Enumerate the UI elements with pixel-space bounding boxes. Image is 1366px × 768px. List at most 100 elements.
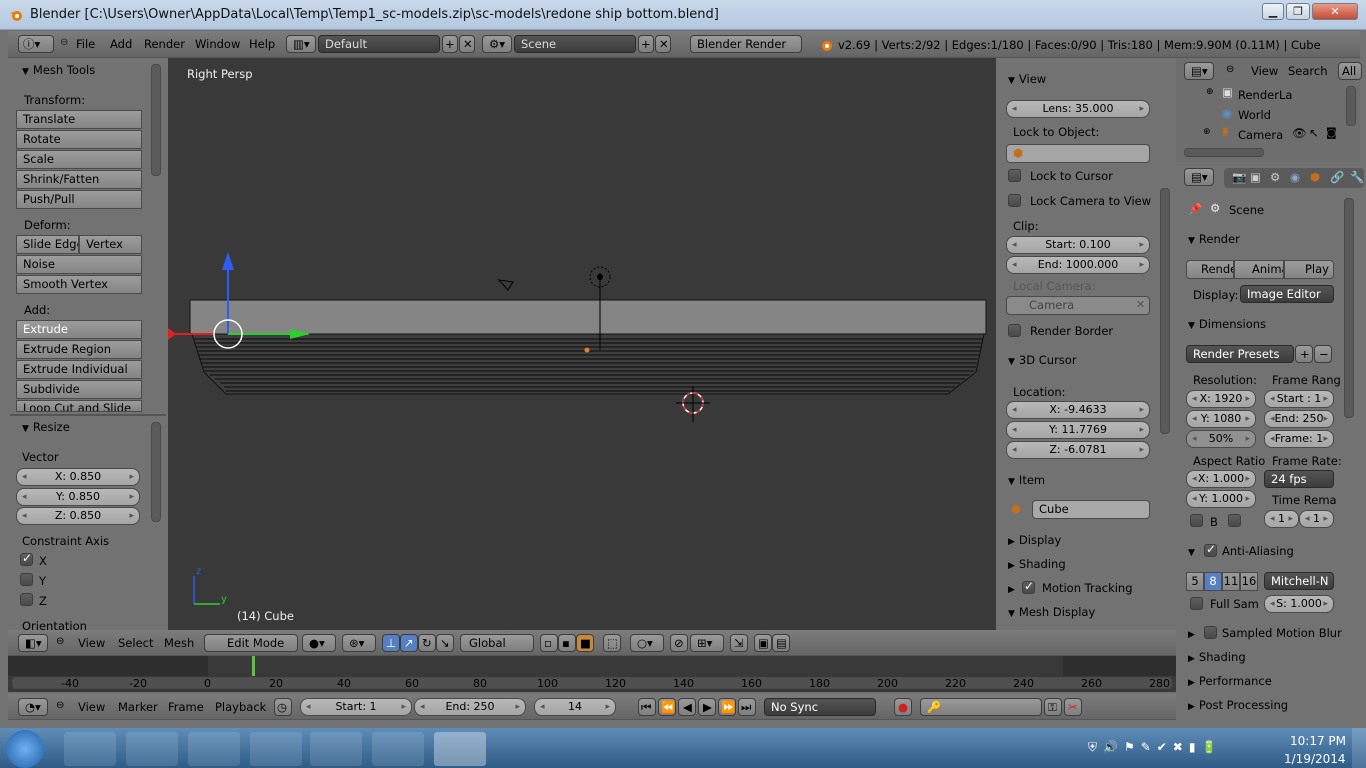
translate-button[interactable]: Translate xyxy=(16,110,142,129)
border-checkbox[interactable] xyxy=(1190,514,1203,527)
render-animation-opengl-icon[interactable]: ▤ xyxy=(772,634,790,652)
item-panel-header[interactable]: ▼ Item xyxy=(1008,470,1045,490)
minimize-button[interactable]: ▁ xyxy=(1262,3,1284,20)
cursor-x-field[interactable]: X: -9.4633 xyxy=(1006,401,1150,419)
cursor-z-field[interactable]: Z: -6.0781 xyxy=(1006,441,1150,459)
timeline-end-field[interactable]: End: 250 xyxy=(414,698,526,716)
render-border-checkbox[interactable] xyxy=(1008,324,1021,337)
outliner-item-renderlayers[interactable]: RenderLa xyxy=(1238,88,1292,102)
render-presets-select[interactable]: Render Presets xyxy=(1186,345,1294,363)
extrude-region-button[interactable]: Extrude Region xyxy=(16,340,142,359)
scale-button[interactable]: Scale xyxy=(16,150,142,169)
remap-new-field[interactable]: 1 xyxy=(1299,510,1334,528)
frame-menu[interactable]: Frame xyxy=(168,700,204,714)
outliner-editor-type-icon[interactable]: ▤▾ xyxy=(1184,62,1214,80)
operator-scrollbar[interactable] xyxy=(151,422,161,522)
remove-layout-button[interactable]: ✕ xyxy=(459,35,475,53)
system-tray-icons[interactable]: ⛨🔊⚑✎✔✖▮🔋 xyxy=(1088,740,1264,756)
motion-tracking-panel-header[interactable]: ▶ xyxy=(1008,578,1019,598)
collapse-menu-icon[interactable]: ⊖ xyxy=(1226,64,1234,75)
filter-size-field[interactable]: S: 1.000 xyxy=(1264,595,1334,613)
aa-samples-16[interactable]: 16 xyxy=(1240,572,1258,591)
loop-cut-button[interactable]: Loop Cut and Slide xyxy=(16,400,142,412)
item-name-field[interactable]: Cube xyxy=(1032,500,1150,519)
resolution-y-field[interactable]: Y: 1080 xyxy=(1186,410,1256,428)
motion-blur-checkbox[interactable] xyxy=(1204,626,1217,639)
aa-samples-5[interactable]: 5 xyxy=(1186,572,1204,591)
scale-manipulator-icon[interactable]: ↘ xyxy=(436,634,454,652)
tool-shelf-scrollbar[interactable] xyxy=(151,64,161,176)
timeline-editor-type-icon[interactable]: ◔▾ xyxy=(18,698,48,716)
jump-keyframe-forward-icon[interactable]: ⏩ xyxy=(718,698,736,716)
modifiers-tab-icon[interactable]: 🔧 xyxy=(1350,170,1364,184)
remove-preset-button[interactable]: − xyxy=(1314,345,1332,363)
render-image-button[interactable]: Render xyxy=(1186,260,1234,279)
render-opengl-icon[interactable]: ▣ xyxy=(754,634,772,652)
expand-plus-icon[interactable]: ⊕ xyxy=(1203,127,1211,137)
outliner-item-camera[interactable]: Camera xyxy=(1238,128,1283,142)
keying-set-field[interactable]: 🔑 xyxy=(920,698,1042,716)
view-menu[interactable]: View xyxy=(78,636,105,650)
selectable-arrow-icon[interactable]: ↖ xyxy=(1309,126,1319,140)
resize-y-field[interactable]: Y: 0.850 xyxy=(16,488,140,506)
jump-keyframe-back-icon[interactable]: ⏪ xyxy=(658,698,676,716)
manipulator-toggle-icon[interactable]: ⊥ xyxy=(382,634,400,652)
clip-end-field[interactable]: End: 1000.000 xyxy=(1006,256,1150,274)
frame-end-field[interactable]: End: 250 xyxy=(1264,410,1334,428)
limit-selection-icon[interactable]: ⬚ xyxy=(603,634,621,652)
crop-checkbox[interactable] xyxy=(1228,514,1241,527)
shading-panel-header[interactable]: ▶ Shading xyxy=(1008,554,1066,574)
slide-edge-button[interactable]: Slide Edge xyxy=(16,235,79,254)
constraint-x-checkbox[interactable] xyxy=(20,551,33,566)
shading-render-panel-header[interactable]: ▶ Shading xyxy=(1188,647,1246,667)
post-processing-panel-header[interactable]: ▶ Post Processing xyxy=(1188,695,1288,715)
collapse-menu-icon[interactable]: ⊖ xyxy=(56,636,64,647)
current-frame-field[interactable]: 14 xyxy=(534,698,616,716)
aa-samples-11[interactable]: 11 xyxy=(1222,572,1240,591)
shrink-fatten-button[interactable]: Shrink/Fatten xyxy=(16,170,142,189)
show-desktop-button[interactable] xyxy=(1352,728,1366,768)
mesh-menu[interactable]: Mesh xyxy=(164,636,194,650)
expand-plus-icon[interactable]: ⊕ xyxy=(1206,87,1214,97)
visibility-eye-icon[interactable]: 👁 xyxy=(1292,126,1307,140)
noise-button[interactable]: Noise xyxy=(16,255,142,274)
auto-keyframe-record-icon[interactable]: ● xyxy=(894,698,912,716)
extrude-individual-button[interactable]: Extrude Individual xyxy=(16,360,142,379)
face-select-mode-icon[interactable]: ■ xyxy=(576,634,594,652)
clear-camera-icon[interactable]: ✕ xyxy=(1136,298,1145,311)
viewport-shading-select[interactable]: ●▾ xyxy=(302,634,336,652)
select-menu[interactable]: Select xyxy=(118,636,153,650)
constraint-z-checkbox[interactable] xyxy=(20,593,33,606)
render-animation-button[interactable]: Anima xyxy=(1234,260,1284,279)
panda-app-taskbar-icon[interactable] xyxy=(188,732,240,766)
screen-layout-icon[interactable]: ▥▾ xyxy=(286,35,316,53)
marker-menu[interactable]: Marker xyxy=(118,700,158,714)
dimensions-panel-header[interactable]: ▼ Dimensions xyxy=(1188,314,1266,334)
frame-rate-select[interactable]: 24 fps xyxy=(1264,470,1334,488)
properties-scrollbar[interactable] xyxy=(1344,198,1354,418)
ship-mesh[interactable] xyxy=(168,58,996,630)
transform-orientation-select[interactable]: Global xyxy=(460,634,534,652)
outliner-view-menu[interactable]: View xyxy=(1251,64,1278,78)
render-engine-select[interactable]: Blender Render xyxy=(690,35,802,53)
render-tab-icon[interactable]: 📷 xyxy=(1232,170,1246,184)
menu-add[interactable]: Add xyxy=(110,37,132,51)
world-tab-icon[interactable]: ◉ xyxy=(1290,170,1300,184)
render-panel-header[interactable]: ▼ Render xyxy=(1188,229,1240,249)
3d-viewport[interactable]: Right Persp z y (14) Cube xyxy=(168,58,996,630)
resize-operator-header[interactable]: ▼ Resize xyxy=(22,417,70,437)
vertex-select-mode-icon[interactable]: ▫ xyxy=(540,634,558,652)
internet-explorer-taskbar-icon[interactable] xyxy=(126,732,178,766)
mesh-tools-header[interactable]: ▼ Mesh Tools xyxy=(22,60,95,80)
resize-x-field[interactable]: X: 0.850 xyxy=(16,468,140,486)
render-layers-tab-icon[interactable]: ▣ xyxy=(1250,170,1261,184)
translate-manipulator-icon[interactable]: ↗ xyxy=(400,634,418,652)
sampled-motion-blur-panel-header[interactable]: ▶ xyxy=(1188,623,1199,643)
jump-start-icon[interactable]: ⏮ xyxy=(638,698,656,716)
slide-vertex-button[interactable]: Vertex xyxy=(79,235,142,254)
start-button[interactable] xyxy=(6,730,44,768)
full-sample-checkbox[interactable] xyxy=(1190,597,1203,610)
scene-tab-icon[interactable]: ⚙ xyxy=(1270,170,1280,184)
rotate-manipulator-icon[interactable]: ↻ xyxy=(418,634,436,652)
collapse-menu-icon[interactable]: ⊖ xyxy=(56,700,64,711)
